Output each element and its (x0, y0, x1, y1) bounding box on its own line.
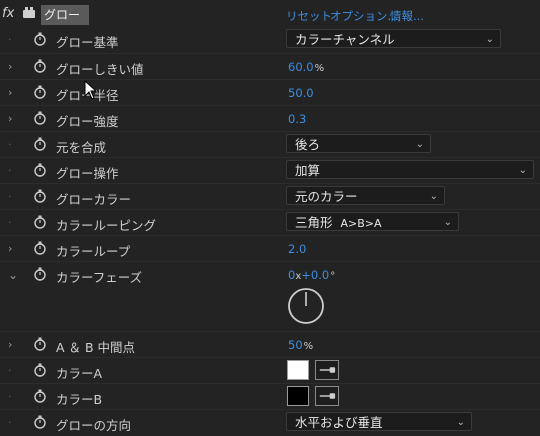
value-number[interactable]: 50 (288, 338, 303, 352)
stopwatch-icon[interactable] (33, 267, 47, 281)
twirl-spacer: · (8, 416, 12, 429)
prop-row-color-loops: › カラーループ 2.0 (0, 235, 540, 262)
fx-toggle[interactable]: fx (2, 6, 14, 21)
chevron-down-icon: ⌄ (456, 417, 465, 428)
glow-threshold-value[interactable]: 60.0% (288, 60, 324, 74)
prop-label: カラーループ (56, 244, 131, 259)
prop-label: グロー強度 (56, 114, 119, 129)
twirl-spacer: · (8, 364, 12, 377)
prop-row-glow-dimensions: · グローの方向 水平および垂直 ⌄ (0, 409, 540, 436)
stopwatch-icon[interactable] (33, 337, 47, 351)
stopwatch-icon[interactable] (33, 59, 47, 73)
dropdown-value: カラーチャンネル (295, 32, 395, 47)
angle-dial-icon[interactable] (287, 287, 325, 325)
stopwatch-icon[interactable] (33, 32, 47, 46)
prop-row-glow-colors: · グローカラー 元のカラー ⌄ (0, 183, 540, 210)
chevron-down-icon: ⌄ (429, 191, 438, 202)
composite-original-dropdown[interactable]: 後ろ ⌄ (286, 134, 431, 153)
prop-label: A ＆ B 中間点 (56, 340, 136, 355)
prop-label: グローしきい値 (56, 62, 144, 77)
stopwatch-icon[interactable] (33, 111, 47, 125)
twirl-spacer: · (8, 33, 12, 46)
chevron-down-icon: ⌄ (485, 34, 494, 45)
stopwatch-icon[interactable] (33, 415, 47, 429)
effect-header: fx グロー リセット オプション... 情報... (0, 0, 540, 30)
stopwatch-icon[interactable] (33, 137, 47, 151)
color-a-swatch[interactable] (287, 360, 309, 380)
prop-label: 元を合成 (56, 140, 107, 155)
twirl-spacer: · (8, 216, 12, 229)
stopwatch-icon[interactable] (33, 241, 47, 255)
prop-label: グロー操作 (56, 166, 119, 181)
twirl-closed-icon[interactable]: › (8, 60, 12, 73)
prop-label: カラーフェーズ (56, 270, 143, 285)
twirl-closed-icon[interactable]: › (8, 338, 12, 351)
prop-label: カラーB (56, 392, 103, 407)
reset-link[interactable]: リセット (286, 8, 332, 24)
eyedropper-icon[interactable] (315, 360, 339, 380)
twirl-closed-icon[interactable]: › (8, 112, 12, 125)
glow-colors-dropdown[interactable]: 元のカラー ⌄ (286, 186, 445, 205)
chevron-down-icon: ⌄ (415, 139, 424, 150)
twirl-spacer: · (8, 138, 12, 151)
color-looping-dropdown[interactable]: 三角形 A>B>A ⌄ (286, 212, 459, 231)
prop-row-color-phase: ⌄ カラーフェーズ 0x+0.0° (0, 261, 540, 336)
prop-row-ab-midpoint: › A ＆ B 中間点 50% (0, 331, 540, 358)
twirl-spacer: · (8, 164, 12, 177)
twirl-closed-icon[interactable]: › (8, 242, 12, 255)
stopwatch-icon[interactable] (33, 215, 47, 229)
glow-operation-dropdown[interactable]: 加算 ⌄ (286, 160, 534, 179)
mouse-cursor-icon (84, 80, 98, 100)
color-phase-value: 0x+0.0° (288, 268, 335, 282)
twirl-spacer: · (8, 390, 12, 403)
stopwatch-icon[interactable] (33, 363, 47, 377)
dropdown-value: 加算 (295, 163, 321, 178)
degree-unit: ° (330, 271, 336, 282)
stopwatch-icon[interactable] (33, 85, 47, 99)
prop-label: グロー基準 (56, 35, 119, 50)
dropdown-value: 三角形 (295, 215, 333, 230)
color-loops-value[interactable]: 2.0 (288, 242, 306, 256)
prop-label: グローカラー (56, 192, 132, 207)
dropdown-value-suffix: A>B>A (340, 217, 382, 230)
prop-row-glow-threshold: › グローしきい値 60.0% (0, 53, 540, 80)
glow-based-on-dropdown[interactable]: カラーチャンネル ⌄ (286, 29, 501, 48)
value-unit: % (314, 63, 325, 74)
chevron-down-icon: ⌄ (518, 165, 527, 176)
eyedropper-icon[interactable] (315, 386, 339, 406)
dropdown-value: 後ろ (295, 137, 321, 152)
color-b-swatch[interactable] (287, 386, 309, 406)
prop-label: カラールーピング (56, 218, 157, 233)
prop-row-glow-intensity: › グロー強度 0.3 (0, 105, 540, 132)
options-link[interactable]: オプション... (330, 8, 398, 24)
twirl-spacer: · (8, 190, 12, 203)
prop-row-glow-operation: · グロー操作 加算 ⌄ (0, 157, 540, 184)
prop-label: グローの方向 (56, 418, 132, 433)
value-unit: % (303, 341, 314, 352)
stopwatch-icon[interactable] (33, 389, 47, 403)
glow-radius-value[interactable]: 50.0 (288, 86, 314, 100)
prop-row-glow-based-on: · グロー基準 カラーチャンネル ⌄ (0, 27, 540, 53)
prop-row-glow-radius: › グロー半径 50.0 (0, 79, 540, 106)
effect-name-label[interactable]: グロー (41, 5, 89, 25)
glow-dimensions-dropdown[interactable]: 水平および垂直 ⌄ (286, 412, 472, 431)
twirl-closed-icon[interactable]: › (8, 86, 12, 99)
stopwatch-icon[interactable] (33, 189, 47, 203)
value-number[interactable]: 60.0 (288, 60, 314, 74)
dropdown-value: 元のカラー (295, 189, 358, 204)
dropdown-value: 水平および垂直 (295, 415, 383, 430)
effect-options-icon[interactable] (22, 7, 36, 19)
info-link[interactable]: 情報... (390, 8, 424, 24)
ab-midpoint-value[interactable]: 50% (288, 338, 313, 352)
stopwatch-icon[interactable] (33, 163, 47, 177)
prop-label: カラーA (56, 366, 103, 381)
prop-row-composite-original: · 元を合成 後ろ ⌄ (0, 131, 540, 158)
prop-row-color-a: · カラーA (0, 357, 540, 384)
prop-row-color-b: · カラーB (0, 383, 540, 410)
phase-degrees[interactable]: +0.0 (301, 268, 329, 282)
glow-intensity-value[interactable]: 0.3 (288, 112, 306, 126)
twirl-open-icon[interactable]: ⌄ (8, 268, 18, 282)
prop-row-color-looping: · カラールーピング 三角形 A>B>A ⌄ (0, 209, 540, 236)
chevron-down-icon: ⌄ (443, 217, 452, 228)
